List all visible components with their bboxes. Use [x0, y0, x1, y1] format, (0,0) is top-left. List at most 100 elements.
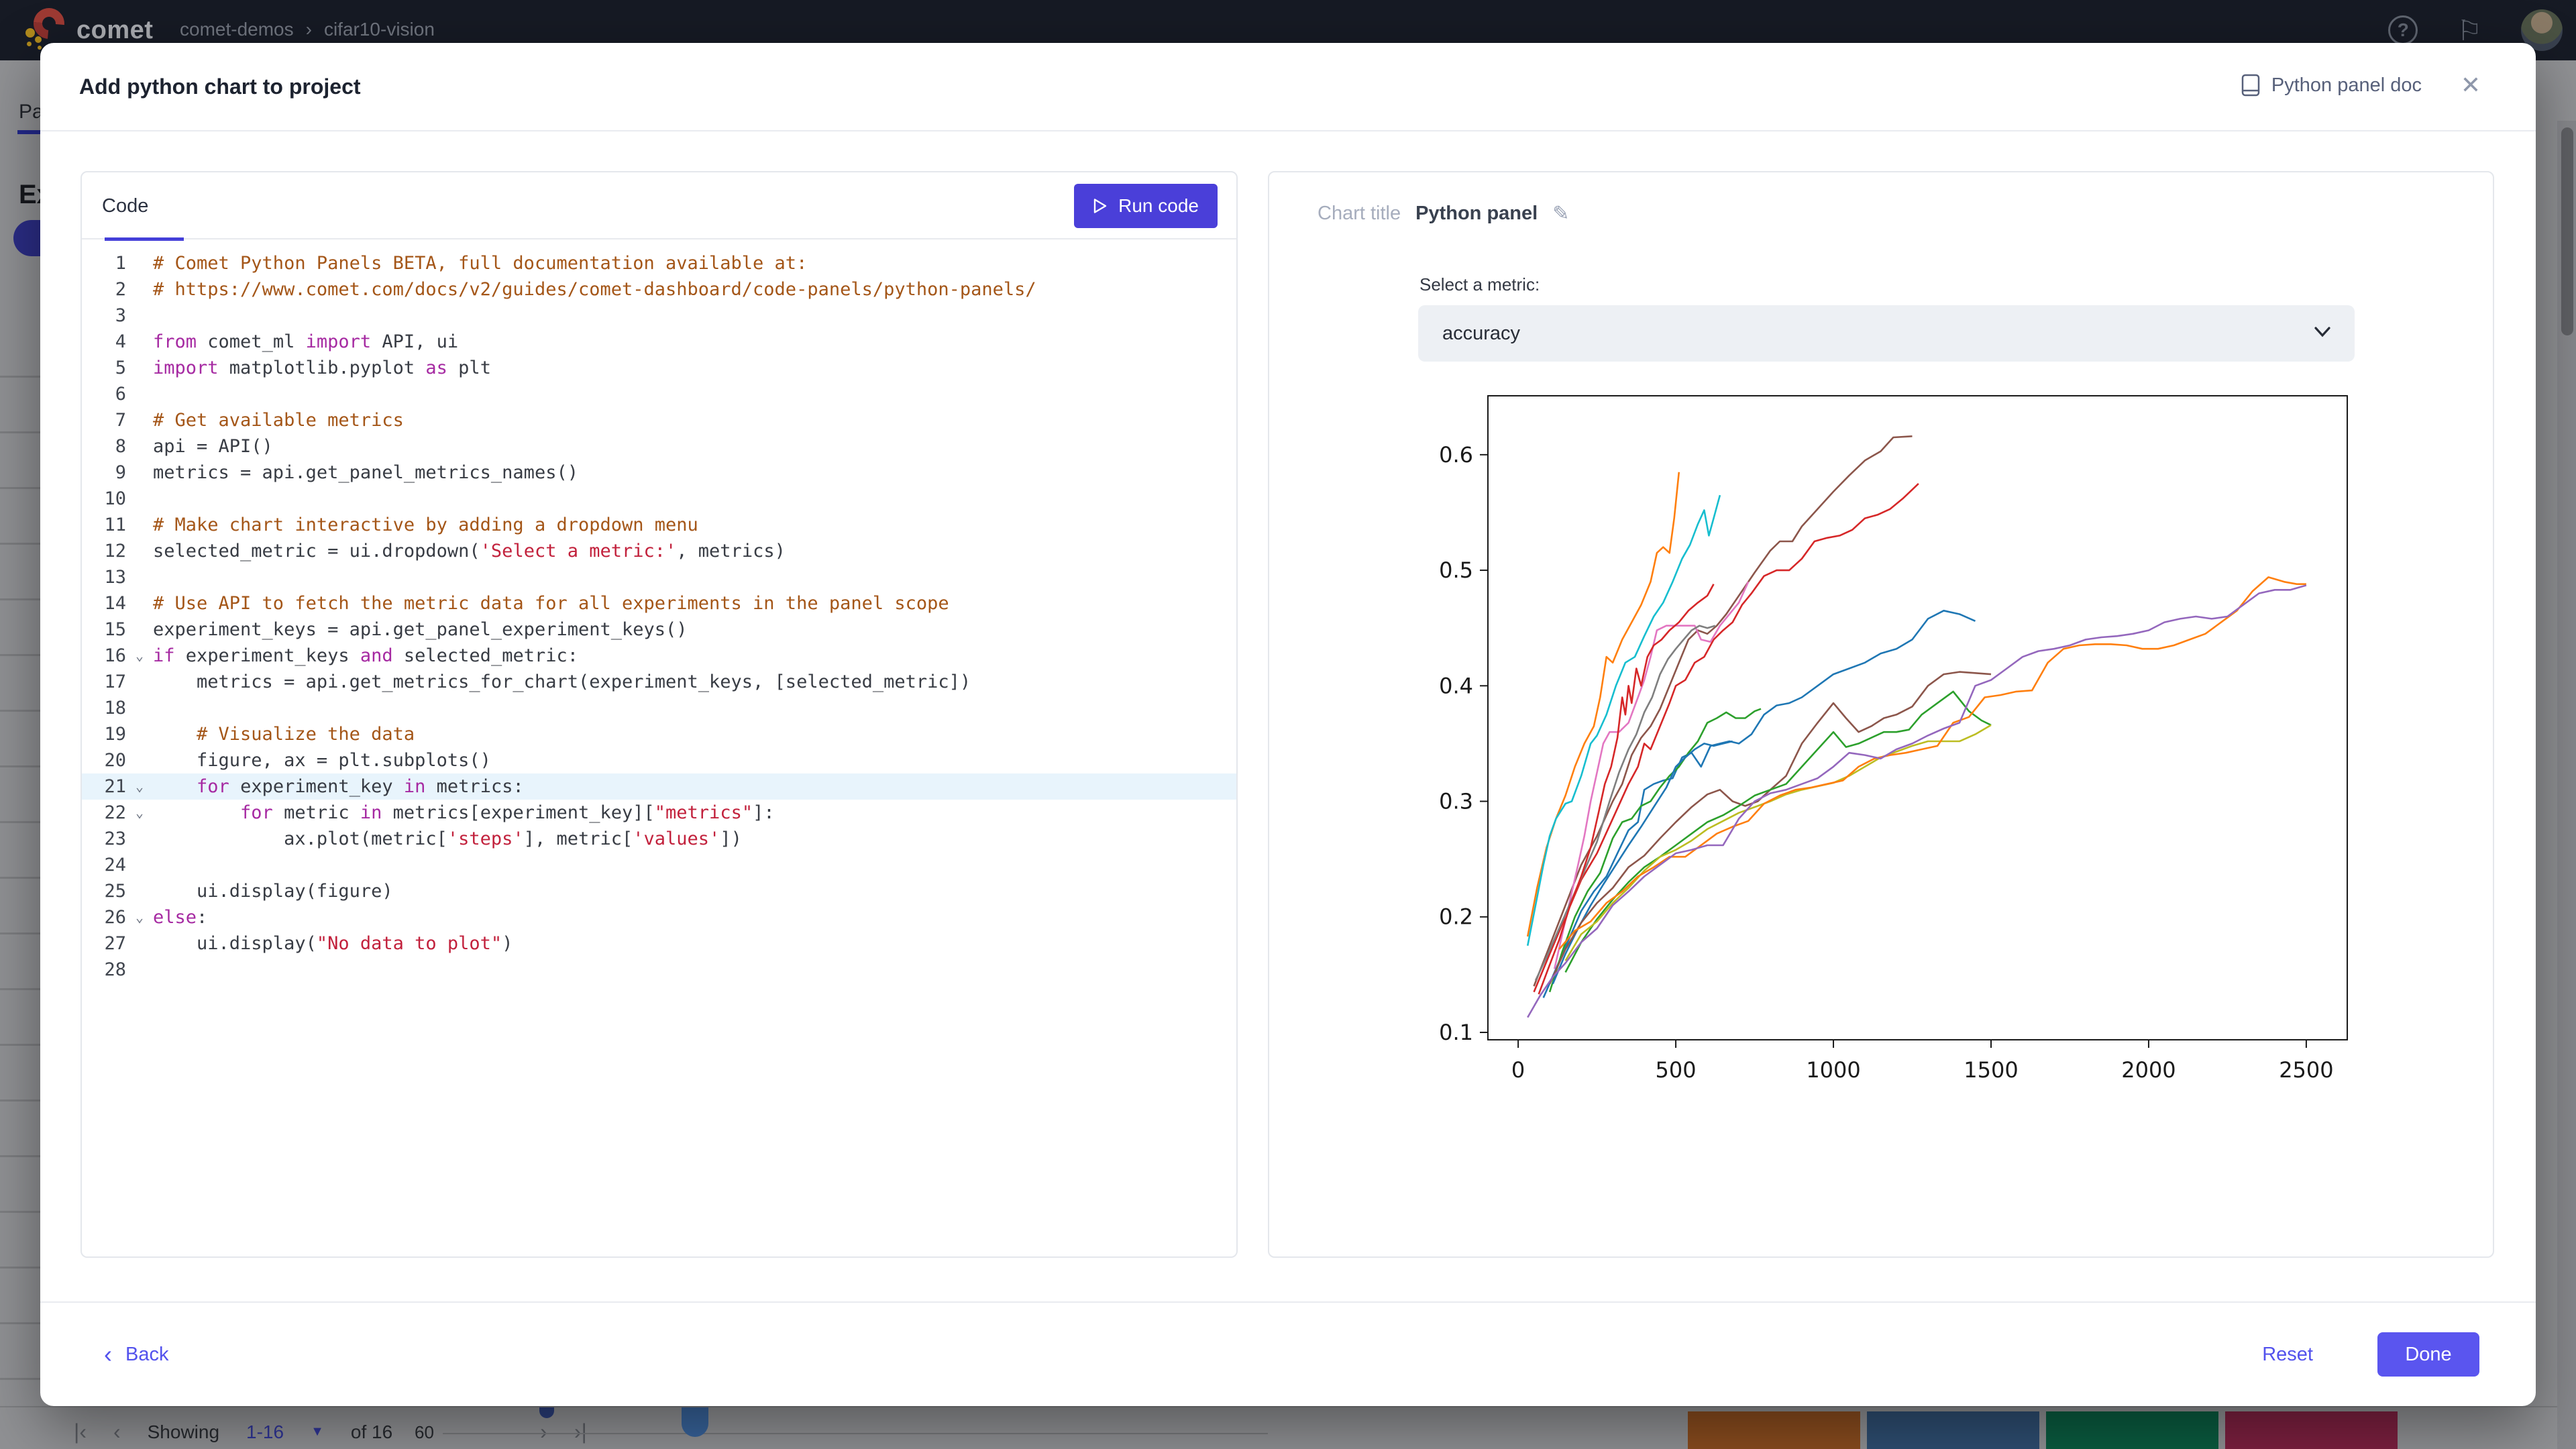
metric-dropdown[interactable]: accuracy — [1418, 305, 2355, 362]
breadcrumb-workspace[interactable]: comet-demos — [180, 19, 294, 40]
fold-gutter — [126, 564, 153, 590]
modal-footer: ‹ Back Reset Done — [40, 1301, 2536, 1406]
chevron-left-icon: ‹ — [104, 1340, 112, 1368]
pagination-next-icon[interactable]: › — [540, 1419, 547, 1444]
code-line-15[interactable]: 15 experiment_keys = api.get_panel_experi… — [82, 616, 1236, 643]
line-number: 25 — [104, 881, 126, 902]
code-text: # Use API to fetch the metric data for a… — [153, 593, 949, 614]
background-chart-gridline — [443, 1433, 1268, 1434]
close-icon[interactable]: ✕ — [2461, 71, 2481, 99]
fold-gutter — [126, 826, 153, 852]
line-number: 9 — [115, 462, 126, 483]
code-line-12[interactable]: 12 selected_metric = ui.dropdown('Select … — [82, 538, 1236, 564]
python-panel-doc-link[interactable]: Python panel doc — [2241, 74, 2422, 97]
page-scrollbar[interactable] — [2557, 121, 2576, 1449]
code-card-header: Code Run code — [82, 172, 1236, 241]
code-line-17[interactable]: 17 metrics = api.get_metrics_for_chart(e… — [82, 669, 1236, 695]
pagination: |‹ ‹ Showing 1-16 ▼ of 16 › ›| — [74, 1419, 587, 1444]
edit-pencil-icon[interactable]: ✎ — [1552, 202, 1569, 225]
code-line-6[interactable]: 6 — [82, 381, 1236, 407]
flag-icon[interactable]: ⚐ — [2457, 14, 2482, 47]
line-number: 19 — [104, 724, 126, 745]
line-number: 10 — [104, 488, 126, 509]
code-line-21[interactable]: 21 ⌄ for experiment_key in metrics: — [82, 773, 1236, 800]
code-line-1[interactable]: 1 # Comet Python Panels BETA, full docume… — [82, 250, 1236, 276]
code-editor[interactable]: 1 # Comet Python Panels BETA, full docume… — [82, 239, 1236, 983]
code-line-8[interactable]: 8 api = API() — [82, 433, 1236, 460]
chart-title-value: Python panel — [1415, 203, 1538, 224]
scrollbar-thumb[interactable] — [2561, 127, 2573, 335]
line-number: 7 — [115, 410, 126, 431]
code-line-27[interactable]: 27 ui.display("No data to plot") — [82, 930, 1236, 957]
pagination-first-icon[interactable]: |‹ — [74, 1419, 87, 1444]
line-number: 20 — [104, 750, 126, 771]
fold-gutter — [126, 276, 153, 303]
fold-gutter — [126, 538, 153, 564]
pagination-prev-icon[interactable]: ‹ — [113, 1419, 121, 1444]
code-line-28[interactable]: 28 — [82, 957, 1236, 983]
code-line-24[interactable]: 24 — [82, 852, 1236, 878]
play-icon — [1093, 199, 1107, 213]
chart-title-row: Chart title Python panel ✎ — [1318, 202, 1569, 225]
code-text: for metric in metrics[experiment_key]["m… — [240, 802, 775, 823]
code-line-4[interactable]: 4 from comet_ml import API, ui — [82, 329, 1236, 355]
line-number: 23 — [104, 828, 126, 849]
code-line-16[interactable]: 16 ⌄ if experiment_keys and selected_metri… — [82, 643, 1236, 669]
code-text: else: — [153, 907, 208, 928]
breadcrumb-project[interactable]: cifar10-vision — [324, 19, 435, 40]
svg-text:0.1: 0.1 — [1439, 1020, 1473, 1045]
code-text: # https://www.comet.com/docs/v2/guides/c… — [153, 279, 1036, 300]
code-line-25[interactable]: 25 ui.display(figure) — [82, 878, 1236, 904]
background-bar-chart — [1688, 1411, 2404, 1449]
breadcrumb: comet-demos › cifar10-vision — [180, 19, 435, 40]
doc-link-label: Python panel doc — [2271, 74, 2422, 96]
code-line-5[interactable]: 5 import matplotlib.pyplot as plt — [82, 355, 1236, 381]
code-line-9[interactable]: 9 metrics = api.get_panel_metrics_names() — [82, 460, 1236, 486]
fold-chevron-icon[interactable]: ⌄ — [126, 773, 153, 800]
pagination-range[interactable]: 1-16 — [246, 1421, 284, 1443]
fold-gutter — [126, 329, 153, 355]
code-line-26[interactable]: 26 ⌄ else: — [82, 904, 1236, 930]
fold-gutter — [126, 250, 153, 276]
line-number: 26 — [104, 907, 126, 928]
pagination-last-icon[interactable]: ›| — [574, 1419, 587, 1444]
code-line-10[interactable]: 10 — [82, 486, 1236, 512]
code-line-2[interactable]: 2 # https://www.comet.com/docs/v2/guides/… — [82, 276, 1236, 303]
code-line-19[interactable]: 19 # Visualize the data — [82, 721, 1236, 747]
code-line-22[interactable]: 22 ⌄ for metric in metrics[experiment_key… — [82, 800, 1236, 826]
reset-button[interactable]: Reset — [2262, 1344, 2313, 1366]
fold-gutter — [126, 747, 153, 773]
back-button[interactable]: ‹ Back — [104, 1340, 168, 1368]
matplotlib-figure: 0.1 0.2 0.3 0.4 0.5 0.6 0 500 1000 1500 2000 2500 — [1421, 384, 2353, 1095]
code-line-11[interactable]: 11 # Make chart interactive by adding a d… — [82, 512, 1236, 538]
chevron-down-icon — [2313, 325, 2332, 342]
code-tab-active-underline — [105, 237, 184, 241]
help-icon[interactable]: ? — [2388, 15, 2418, 45]
fold-chevron-icon[interactable]: ⌄ — [126, 800, 153, 826]
line-number: 6 — [115, 384, 126, 405]
line-number: 16 — [104, 645, 126, 666]
run-code-button[interactable]: Run code — [1074, 184, 1218, 228]
code-line-7[interactable]: 7 # Get available metrics — [82, 407, 1236, 433]
code-line-3[interactable]: 3 — [82, 303, 1236, 329]
tab-code[interactable]: Code — [102, 172, 184, 241]
fold-chevron-icon[interactable]: ⌄ — [126, 904, 153, 930]
code-line-14[interactable]: 14 # Use API to fetch the metric data for… — [82, 590, 1236, 616]
code-line-20[interactable]: 20 figure, ax = plt.subplots() — [82, 747, 1236, 773]
fold-chevron-icon[interactable]: ⌄ — [126, 643, 153, 669]
code-line-13[interactable]: 13 — [82, 564, 1236, 590]
pagination-caret-icon[interactable]: ▼ — [311, 1424, 324, 1440]
chart-preview-card: Chart title Python panel ✎ Select a metr… — [1268, 171, 2494, 1258]
background-bar — [2225, 1411, 2398, 1449]
code-line-23[interactable]: 23 ax.plot(metric['steps'], metric['valu… — [82, 826, 1236, 852]
done-button[interactable]: Done — [2377, 1332, 2479, 1377]
fold-gutter — [126, 433, 153, 460]
add-python-chart-modal: Add python chart to project Python panel… — [40, 43, 2536, 1406]
fold-gutter — [126, 852, 153, 878]
line-number: 12 — [104, 541, 126, 561]
code-line-18[interactable]: 18 — [82, 695, 1236, 721]
bottom-strip: |‹ ‹ Showing 1-16 ▼ of 16 › ›| 60 — [0, 1406, 2576, 1449]
